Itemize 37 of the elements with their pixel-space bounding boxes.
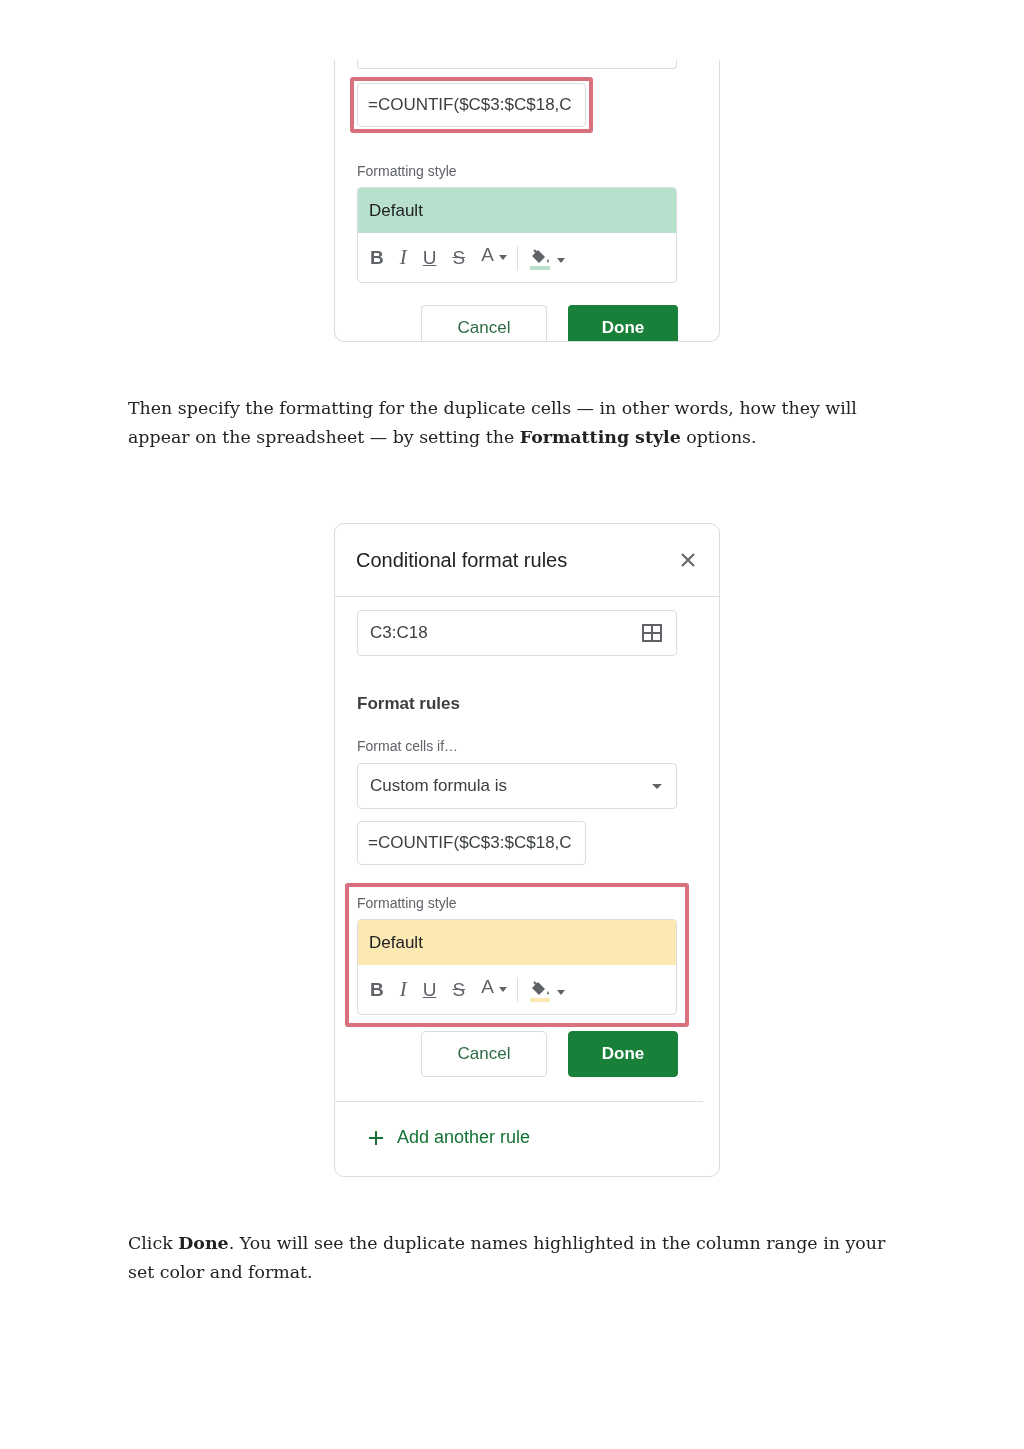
done-button[interactable]: Done <box>568 305 678 341</box>
dropdown[interactable]: Custom formula is <box>357 763 677 809</box>
range-field[interactable]: C3:C18 <box>357 610 677 656</box>
field-label: Formatting style <box>357 895 458 911</box>
style-preview[interactable]: Default <box>358 188 676 233</box>
done-button[interactable]: Done <box>568 1031 678 1077</box>
caret-icon <box>556 258 565 263</box>
bold-button[interactable]: B <box>370 246 384 269</box>
caret-icon <box>498 255 507 260</box>
field-label: Format cells if… <box>357 738 459 754</box>
cancel-button[interactable]: Cancel <box>421 1031 547 1077</box>
strikethrough-button[interactable]: S <box>452 246 466 269</box>
italic-button[interactable]: I <box>399 977 407 1002</box>
strikethrough-button[interactable]: S <box>452 978 466 1001</box>
underline-button[interactable]: U <box>422 978 437 1001</box>
section-heading: Format rules <box>357 694 460 714</box>
bold-button[interactable]: B <box>370 978 384 1001</box>
paragraph: Click Done. You will see the duplicate names highlighted in the column range in your set color and format. <box>128 1232 887 1284</box>
paragraph: Then specify the formatting for the duplicate cells — in other words, how they will appear on the spreadsheet — by setting the Formatting style options. <box>128 397 858 449</box>
caret-icon <box>556 990 565 995</box>
text-color-button[interactable]: A <box>481 975 507 998</box>
text-color-button[interactable]: A <box>481 243 507 266</box>
formula-field[interactable]: =COUNTIF($C$3:$C$18,C <box>357 83 586 127</box>
grid-icon <box>642 624 662 642</box>
underline-button[interactable]: U <box>422 246 437 269</box>
caret-icon <box>498 987 507 992</box>
close-icon[interactable] <box>681 553 695 567</box>
input-field[interactable] <box>357 60 677 69</box>
cancel-button[interactable]: Cancel <box>421 305 547 341</box>
plus-icon <box>369 1130 383 1145</box>
style-preview[interactable]: Default <box>358 920 676 965</box>
italic-button[interactable]: I <box>399 245 407 270</box>
add-rule-link[interactable]: Add another rule <box>335 1102 531 1176</box>
field-label: Formatting style <box>357 163 458 179</box>
dialog-title: Conditional format rules <box>356 548 568 572</box>
formula-field[interactable]: =COUNTIF($C$3:$C$18,C <box>357 821 586 865</box>
caret-icon <box>652 783 662 789</box>
